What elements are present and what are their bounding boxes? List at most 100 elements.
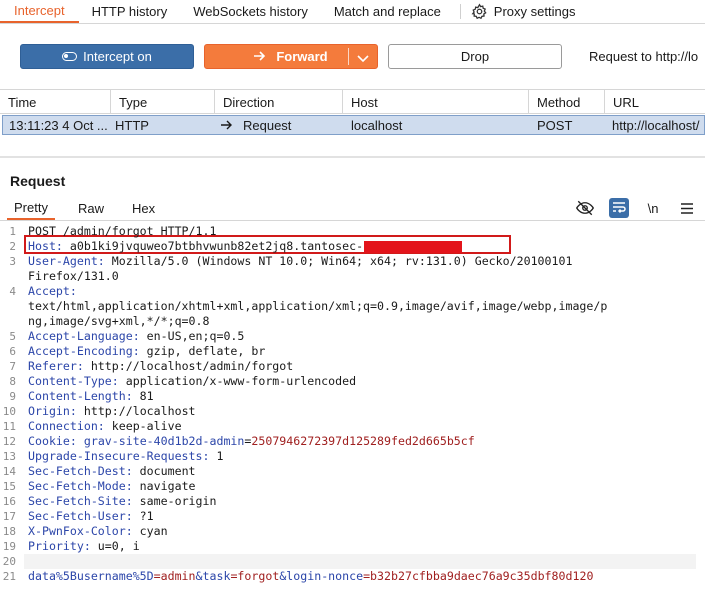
header-value-continued: ng,image/svg+xml,*/*;q=0.8 bbox=[28, 314, 210, 328]
column-header-direction[interactable]: Direction bbox=[214, 90, 274, 114]
editor-line: 1 POST /admin/forgot HTTP/1.1 bbox=[0, 224, 705, 239]
editor-line: 19 Priority: u=0, i bbox=[0, 539, 705, 554]
cookie-name: grav-site-40d1b2d-admin bbox=[76, 434, 245, 448]
header-name: Host: bbox=[28, 239, 63, 253]
panel-splitter[interactable] bbox=[0, 156, 705, 158]
intercept-toggle-button[interactable]: Intercept on bbox=[20, 44, 194, 69]
line-number: 11 bbox=[2, 420, 16, 433]
header-name: Origin: bbox=[28, 404, 77, 418]
tab-websockets-history-label: WebSockets history bbox=[193, 4, 308, 19]
intercept-queue-table: Time Type Direction Host Method URL 13:1… bbox=[0, 90, 705, 156]
line-number: 4 bbox=[9, 285, 16, 298]
header-name: Content-Length: bbox=[28, 389, 133, 403]
header-value: http://localhost/admin/forgot bbox=[83, 359, 294, 373]
editor-line: 13 Upgrade-Insecure-Requests: 1 bbox=[0, 449, 705, 464]
header-name: Cookie: bbox=[28, 434, 77, 448]
header-name: X-PwnFox-Color: bbox=[28, 524, 133, 538]
forward-label: Forward bbox=[276, 49, 328, 64]
line-number: 2 bbox=[9, 240, 16, 253]
cell-host: localhost bbox=[351, 117, 403, 133]
header-value: a0b1ki9jvquweo7btbhvwunb82et2jq8.tantose… bbox=[62, 239, 364, 253]
param-value: =forgot bbox=[230, 569, 280, 583]
cell-method: POST bbox=[537, 117, 573, 133]
intercept-toolbar: Intercept on Forward Drop Request to htt… bbox=[0, 24, 705, 90]
cookie-value: 2507946272397d125289fed2d665b5cf bbox=[251, 434, 475, 448]
line-number: 20 bbox=[2, 555, 16, 568]
editor-line: 2 Host: a0b1ki9jvquweo7btbhvwunb82et2jq8.… bbox=[0, 239, 705, 254]
column-header-host[interactable]: Host bbox=[342, 90, 378, 114]
tab-match-and-replace-label: Match and replace bbox=[333, 4, 441, 19]
header-value: keep-alive bbox=[104, 419, 182, 433]
editor-line: 12 Cookie: grav-site-40d1b2d-admin=250794… bbox=[0, 434, 705, 449]
eye-off-icon[interactable] bbox=[575, 198, 595, 218]
header-name: Sec-Fetch-User: bbox=[28, 509, 133, 523]
line-number: 7 bbox=[9, 360, 16, 373]
param-value: =b32b27cfbba9daec76a9c35dbf80d120 bbox=[363, 569, 594, 583]
chevron-down-icon[interactable] bbox=[357, 51, 369, 66]
header-value: same-origin bbox=[132, 494, 217, 508]
header-value: document bbox=[132, 464, 196, 478]
table-row[interactable]: 13:11:23 4 Oct ... HTTP Request localhos… bbox=[2, 115, 705, 135]
tab-http-history-label: HTTP history bbox=[91, 4, 168, 19]
column-header-type[interactable]: Type bbox=[110, 90, 147, 114]
wrap-icon[interactable] bbox=[609, 198, 629, 218]
cell-direction: Request bbox=[215, 116, 345, 134]
redaction-bar bbox=[364, 240, 463, 253]
editor-line: Firefox/131.0 bbox=[0, 269, 705, 284]
header-value: navigate bbox=[132, 479, 196, 493]
column-header-method[interactable]: Method bbox=[528, 90, 580, 114]
tab-websockets-history[interactable]: WebSockets history bbox=[180, 0, 321, 23]
tab-http-history[interactable]: HTTP history bbox=[79, 0, 181, 23]
line-number: 9 bbox=[9, 390, 16, 403]
arrow-right-icon bbox=[254, 49, 266, 64]
tab-hex[interactable]: Hex bbox=[132, 197, 155, 220]
tab-intercept[interactable]: Intercept bbox=[0, 0, 79, 23]
line-number: 10 bbox=[2, 405, 16, 418]
header-name: User-Agent: bbox=[28, 254, 105, 268]
line-number: 19 bbox=[2, 540, 16, 553]
editor-line: 10 Origin: http://localhost bbox=[0, 404, 705, 419]
tab-pretty[interactable]: Pretty bbox=[7, 197, 55, 220]
editor-line: text/html,application/xhtml+xml,applicat… bbox=[0, 299, 705, 314]
tab-proxy-settings[interactable]: Proxy settings bbox=[467, 0, 589, 23]
forward-button[interactable]: Forward bbox=[204, 44, 378, 69]
editor-line: 21 data%5Busername%5D=admin&task=forgot&l… bbox=[0, 569, 705, 584]
param-value: =admin bbox=[153, 569, 196, 583]
header-name: Accept-Language: bbox=[28, 329, 140, 343]
editor-line: 6 Accept-Encoding: gzip, deflate, br bbox=[0, 344, 705, 359]
tab-intercept-label: Intercept bbox=[14, 3, 65, 18]
request-view-tabs: Pretty Raw Hex \n bbox=[0, 197, 705, 221]
line-number: 14 bbox=[2, 465, 16, 478]
menu-icon[interactable] bbox=[677, 198, 697, 218]
tab-raw[interactable]: Raw bbox=[78, 197, 104, 220]
request-to-label: Request to http://lo bbox=[589, 49, 699, 64]
param-name: &login-nonce bbox=[279, 569, 364, 583]
line-number: 1 bbox=[9, 225, 16, 238]
line-number: 3 bbox=[9, 255, 16, 268]
line-number: 12 bbox=[2, 435, 16, 448]
header-value: Mozilla/5.0 (Windows NT 10.0; Win64; x64… bbox=[104, 254, 573, 268]
column-header-url[interactable]: URL bbox=[604, 90, 639, 114]
drop-button[interactable]: Drop bbox=[388, 44, 562, 69]
intercept-toggle-label: Intercept on bbox=[83, 49, 152, 64]
column-header-time[interactable]: Time bbox=[0, 90, 36, 114]
tab-match-and-replace[interactable]: Match and replace bbox=[321, 0, 454, 23]
header-name: Accept-Encoding: bbox=[28, 344, 140, 358]
tab-proxy-settings-label: Proxy settings bbox=[493, 4, 576, 19]
editor-line: 20 bbox=[0, 554, 705, 569]
editor-line: 14 Sec-Fetch-Dest: document bbox=[0, 464, 705, 479]
toggle-icon bbox=[62, 52, 78, 61]
line-number: 17 bbox=[2, 510, 16, 523]
header-name: Upgrade-Insecure-Requests: bbox=[28, 449, 210, 463]
editor-line: 8 Content-Type: application/x-www-form-ur… bbox=[0, 374, 705, 389]
request-editor[interactable]: 1 POST /admin/forgot HTTP/1.1 2 Host: a0b1… bbox=[0, 224, 705, 595]
header-value: text/html,application/xhtml+xml,applicat… bbox=[28, 299, 608, 313]
line-number: 16 bbox=[2, 495, 16, 508]
request-line: POST /admin/forgot HTTP/1.1 bbox=[28, 224, 217, 238]
cell-url: http://localhost/ bbox=[612, 117, 700, 133]
header-name: Sec-Fetch-Site: bbox=[28, 494, 133, 508]
line-number: 13 bbox=[2, 450, 16, 463]
editor-line: 4 Accept: bbox=[0, 284, 705, 299]
request-panel-title: Request bbox=[10, 173, 66, 189]
newline-icon[interactable]: \n bbox=[643, 198, 663, 218]
